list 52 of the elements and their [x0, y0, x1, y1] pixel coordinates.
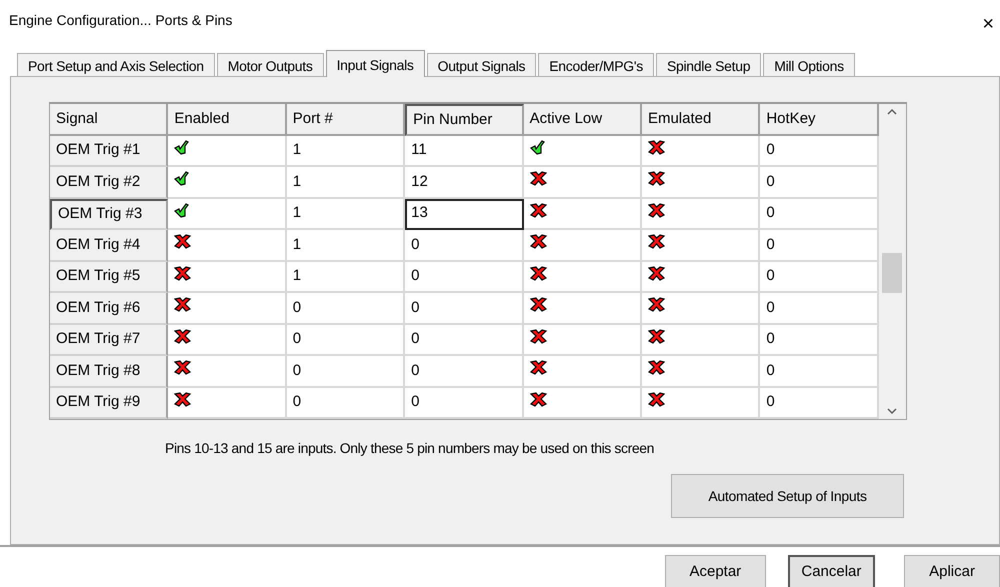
tab[interactable]: Mill Options	[763, 53, 855, 76]
table-cell: 1	[286, 167, 406, 198]
row-header: OEM Trig #9	[50, 388, 168, 419]
table-cell: 11	[405, 136, 524, 167]
table-cell: 0	[286, 324, 406, 356]
row-header: OEM Trig #2	[50, 167, 168, 198]
row-header: OEM Trig #4	[50, 230, 168, 262]
scroll-up-icon[interactable]	[887, 108, 898, 115]
column-header[interactable]: Active Low	[524, 104, 642, 136]
table-cell: 0	[286, 388, 406, 419]
tab[interactable]: Spindle Setup	[656, 53, 762, 76]
tab[interactable]: Input Signals	[326, 50, 425, 77]
table-cell: 0	[405, 388, 524, 419]
row-header: OEM Trig #3	[50, 198, 168, 230]
table-cell: 0	[286, 293, 406, 324]
dialog-button[interactable]: Cancelar	[788, 555, 876, 587]
column-header[interactable]: Port #	[286, 104, 406, 136]
close-button[interactable]: ×	[976, 14, 1000, 34]
scroll-down-icon[interactable]	[887, 408, 898, 415]
table-cell: 12	[405, 167, 524, 198]
tab[interactable]: Encoder/MPG's	[538, 53, 654, 76]
table-cell: 0	[405, 293, 524, 324]
scroll-thumb[interactable]	[882, 253, 902, 293]
tab[interactable]: Output Signals	[426, 53, 536, 76]
dialog-button[interactable]: Aceptar	[665, 555, 766, 587]
table-cell: 1	[286, 262, 406, 293]
row-header: OEM Trig #6	[50, 293, 168, 324]
row-header: OEM Trig #8	[50, 356, 168, 388]
tab[interactable]: Port Setup and Axis Selection	[17, 53, 215, 76]
column-header[interactable]: Signal	[50, 104, 168, 136]
table-cell: 1	[286, 198, 406, 230]
dialog-button[interactable]: Aplicar	[904, 555, 1000, 587]
column-header[interactable]: Pin Number	[405, 104, 524, 136]
row-header: OEM Trig #1	[50, 136, 168, 167]
automated-setup-button[interactable]: Automated Setup of Inputs	[671, 474, 904, 518]
table-cell: 0	[286, 356, 406, 388]
table-cell: 0	[405, 324, 524, 356]
row-header: OEM Trig #5	[50, 262, 168, 293]
column-header[interactable]: Enabled	[168, 104, 287, 136]
info-text: Pins 10-13 and 15 are inputs. Only these 5 pin numbers may be used on this screen	[165, 439, 656, 458]
tab[interactable]: Motor Outputs	[216, 53, 324, 76]
table-cell: 0	[405, 356, 524, 388]
row-header: OEM Trig #7	[50, 324, 168, 356]
table-cell: 0	[405, 262, 524, 293]
column-header[interactable]: Emulated	[642, 104, 760, 136]
table-cell: 1	[286, 230, 406, 262]
column-header[interactable]: HotKey	[760, 104, 879, 136]
table-cell: 0	[405, 230, 524, 262]
scrollbar[interactable]	[878, 104, 906, 419]
table-cell: 1	[286, 136, 406, 167]
window-title: Engine Configuration... Ports & Pins	[9, 10, 232, 30]
table-cell: 13	[405, 198, 524, 230]
